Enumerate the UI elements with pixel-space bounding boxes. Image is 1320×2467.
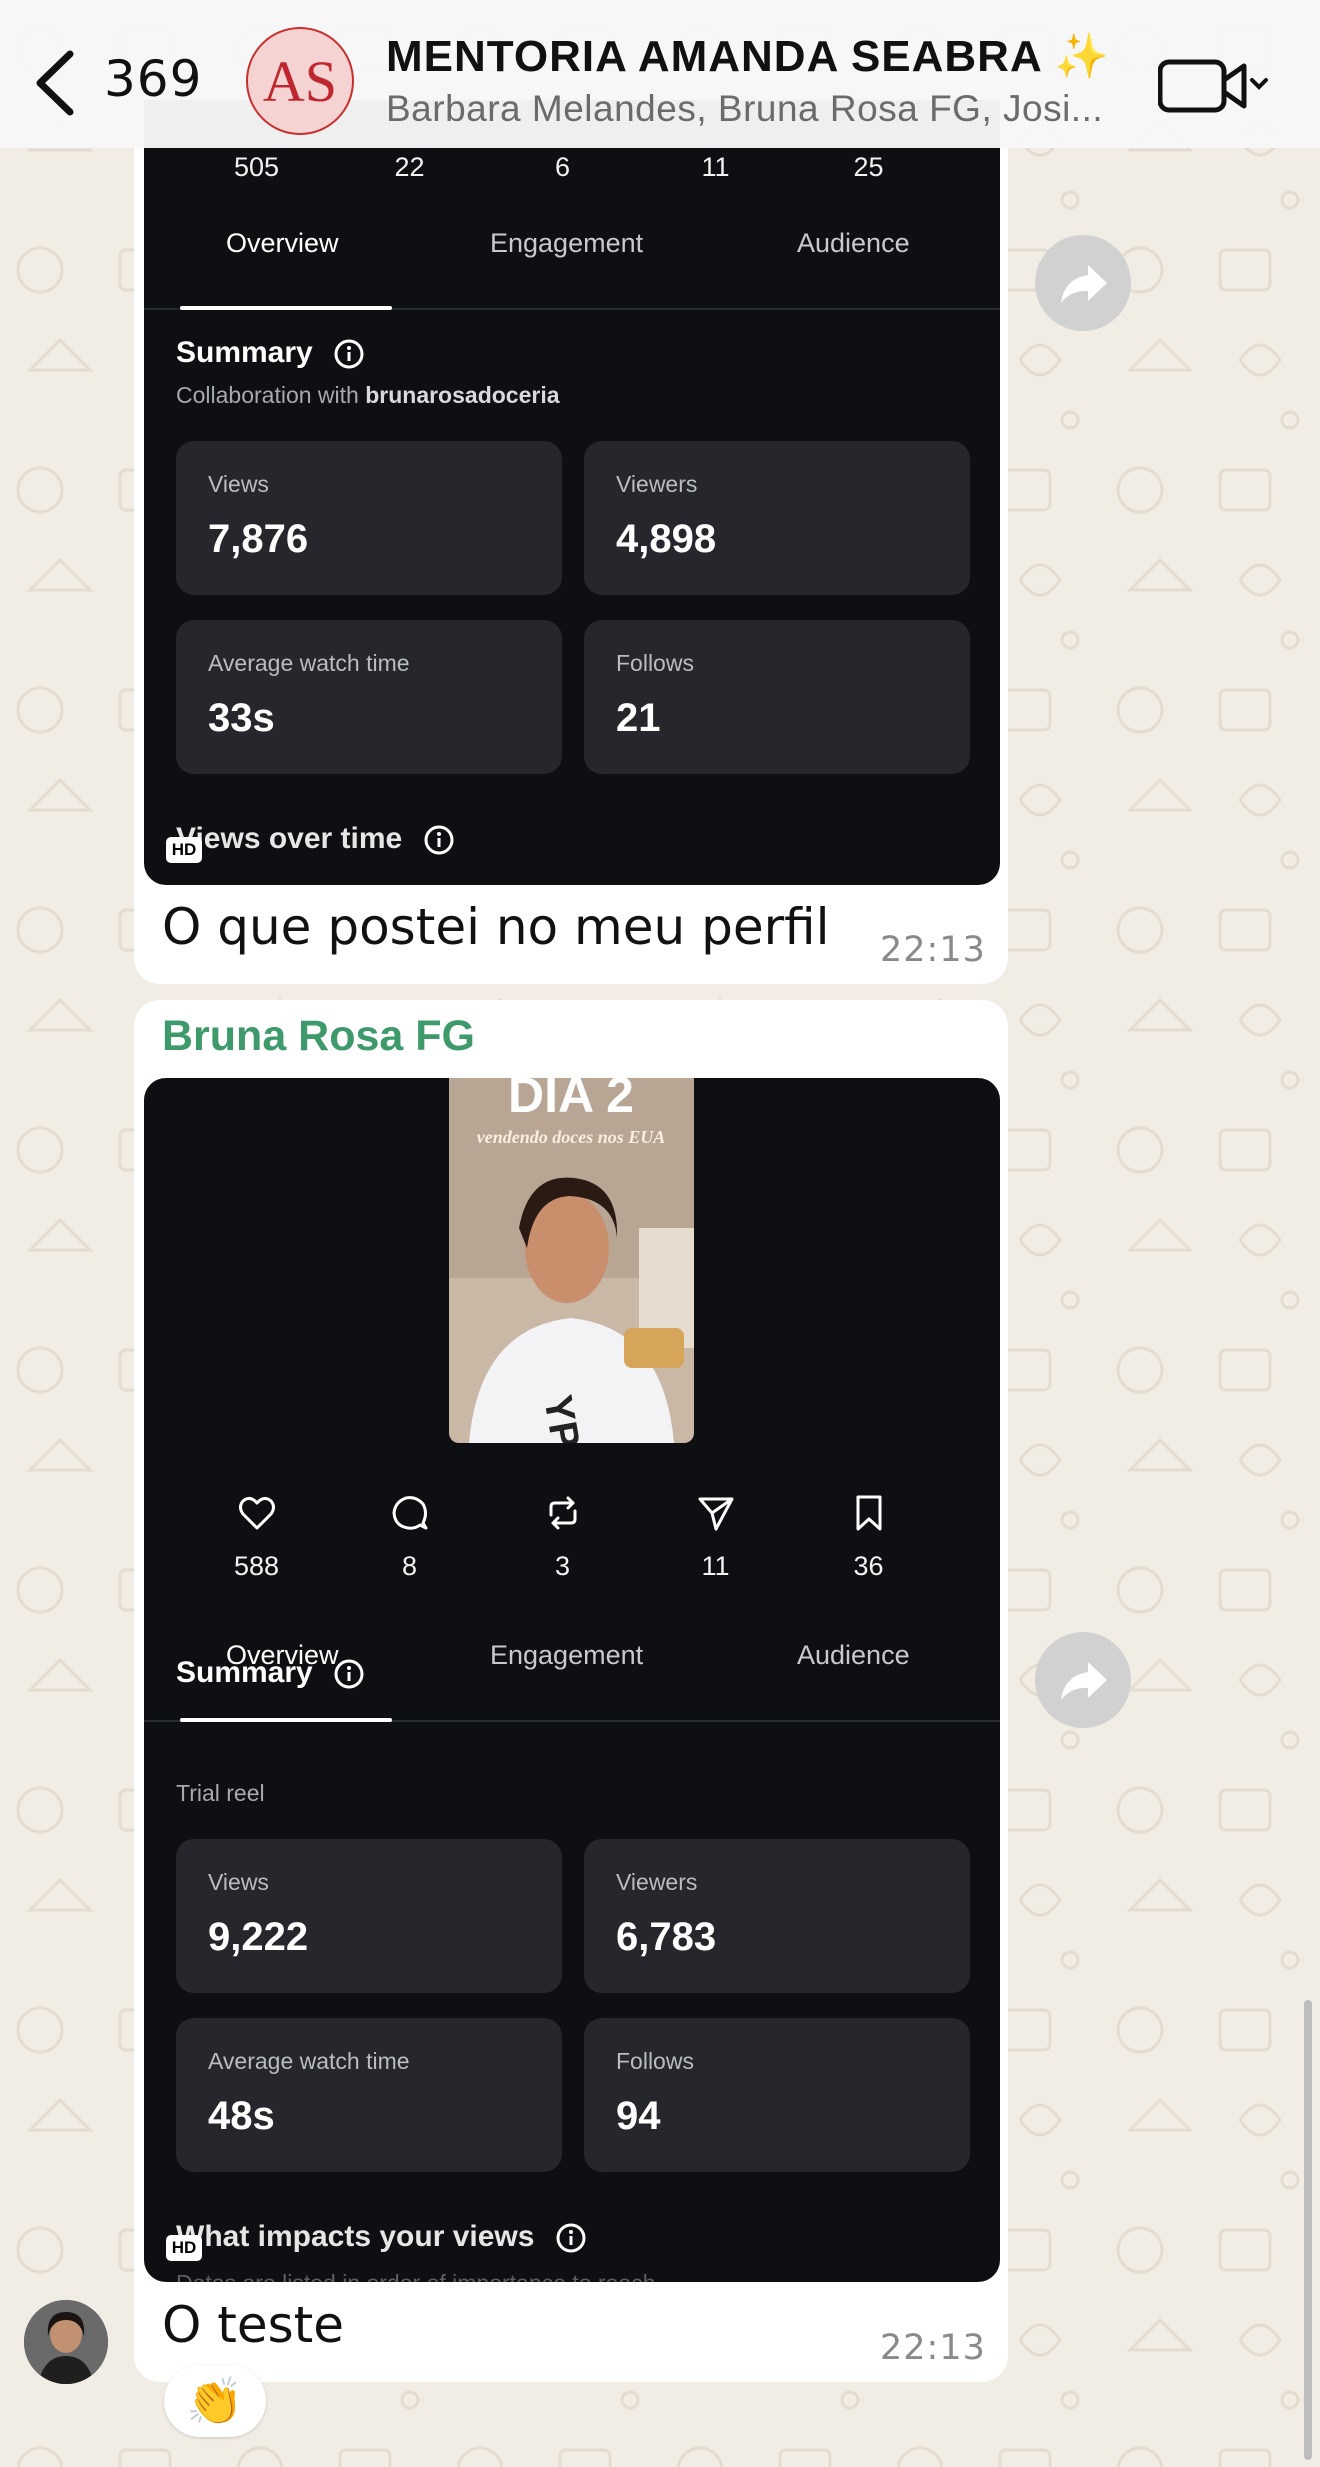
summary-label: Summary [176, 1656, 313, 1689]
chat-header: 369 AS MENTORIA AMANDA SEABRA ✨ Barbara … [0, 0, 1320, 148]
message-time: 22:13 [880, 930, 986, 970]
metric-average-watch-time: Average watch time 48s [176, 2018, 562, 2172]
unread-count[interactable]: 369 [104, 50, 202, 108]
summary-sub-prefix: Collaboration with [176, 382, 366, 408]
metric-label: Views [208, 471, 269, 497]
comments-stat: 8 [333, 1493, 486, 1582]
share-icon [698, 1497, 733, 1531]
tab-engagement[interactable]: Engagement [490, 1640, 643, 1671]
likes-stat: 588 [180, 1493, 333, 1582]
reel-thumbnail[interactable]: DIA 2 vendendo doces nos EUA YPR [449, 1078, 694, 1443]
metric-value: 21 [616, 696, 661, 740]
tabs-bar: Overview Engagement Audience [144, 228, 1000, 310]
video-call-icon[interactable] [1158, 58, 1268, 114]
comment-icon [392, 1496, 427, 1530]
stats-row: 588 8 3 11 36 [144, 1493, 1000, 1582]
shares-stat: 11 [639, 1493, 792, 1582]
group-avatar[interactable]: AS [246, 27, 354, 135]
metric-value: 94 [616, 2094, 661, 2138]
metric-value: 6,783 [616, 1915, 717, 1959]
message-caption: O teste [162, 2296, 345, 2354]
sender-name[interactable]: Bruna Rosa FG [162, 1012, 475, 1061]
svg-text:AS: AS [263, 49, 337, 114]
metric-label: Viewers [616, 1869, 698, 1895]
metric-value: 48s [208, 2094, 275, 2138]
saves-count: 25 [853, 152, 884, 182]
metric-value: 9,222 [208, 1915, 309, 1959]
sender-avatar[interactable] [24, 2300, 108, 2384]
metric-label: Follows [616, 2048, 694, 2074]
section-label: Views over time [176, 822, 403, 855]
shares-count: 11 [701, 1551, 730, 1581]
likes-count: 588 [233, 1551, 280, 1581]
tab-audience[interactable]: Audience [797, 1640, 910, 1671]
metric-follows: Follows 94 [584, 2018, 970, 2172]
views-over-time-title: Views over time [176, 822, 455, 856]
metric-value: 7,876 [208, 517, 309, 561]
tab-engagement[interactable]: Engagement [490, 228, 643, 259]
section-subtitle: Dates are listed in order of importance … [176, 2270, 655, 2282]
what-impacts-views-title: What impacts your views [176, 2220, 587, 2254]
metric-views: Views 7,876 [176, 441, 562, 595]
hd-badge: HD [166, 2235, 202, 2261]
summary-subtitle: Trial reel [176, 1780, 265, 1806]
metric-label: Views [208, 1869, 269, 1895]
metric-average-watch-time: Average watch time 33s [176, 620, 562, 774]
metric-label: Average watch time [208, 650, 410, 676]
scrollbar[interactable] [1304, 2000, 1312, 2460]
insights-screenshot[interactable]: 505 22 6 11 25 Overview Engagement Audie… [144, 100, 1000, 885]
reposts-stat: 3 [486, 1493, 639, 1582]
likes-count: 505 [233, 152, 280, 182]
forward-button[interactable] [1035, 1632, 1131, 1728]
repost-icon [549, 1496, 576, 1530]
summary-title: Summary [176, 1656, 365, 1690]
metric-label: Average watch time [208, 2048, 410, 2074]
info-icon [334, 339, 364, 369]
message-caption: O que postei no meu perfil [162, 898, 830, 956]
metric-viewers: Viewers 6,783 [584, 1839, 970, 1993]
message-time: 22:13 [880, 2328, 986, 2368]
section-label: What impacts your views [176, 2220, 535, 2253]
summary-title: Summary [176, 336, 365, 370]
info-icon [424, 825, 454, 855]
metric-follows: Follows 21 [584, 620, 970, 774]
group-members[interactable]: Barbara Melandes, Bruna Rosa FG, Josi... [386, 88, 1103, 130]
tab-audience[interactable]: Audience [797, 228, 910, 259]
active-tab-indicator [180, 1718, 392, 1722]
forward-icon [1061, 265, 1107, 303]
saves-count: 36 [853, 1551, 884, 1581]
heart-icon [238, 1496, 275, 1530]
shares-count: 11 [701, 152, 730, 182]
back-chevron-icon[interactable] [30, 48, 80, 118]
reposts-count: 3 [554, 1551, 571, 1581]
saves-stat: 36 [792, 1493, 945, 1582]
comments-count: 8 [401, 1551, 418, 1581]
bookmark-icon [856, 1495, 881, 1531]
forward-icon [1061, 1662, 1107, 1700]
metric-value: 4,898 [616, 517, 717, 561]
metric-viewers: Viewers 4,898 [584, 441, 970, 595]
reel-title-text: DIA 2 [508, 1078, 634, 1123]
metric-views: Views 9,222 [176, 1839, 562, 1993]
info-icon [334, 1659, 364, 1689]
metric-label: Follows [616, 650, 694, 676]
reposts-count: 6 [554, 152, 571, 182]
info-icon [556, 2223, 586, 2253]
collaborator-name: brunarosadoceria [365, 382, 560, 408]
reaction-badge[interactable]: 👏 [164, 2365, 266, 2437]
summary-label: Summary [176, 336, 313, 369]
active-tab-indicator [180, 306, 392, 310]
insights-screenshot[interactable]: DIA 2 vendendo doces nos EUA YPR 588 8 3… [144, 1078, 1000, 2282]
metric-label: Viewers [616, 471, 698, 497]
tab-overview[interactable]: Overview [226, 228, 339, 259]
hd-badge: HD [166, 837, 202, 863]
group-title[interactable]: MENTORIA AMANDA SEABRA ✨ [386, 30, 1110, 82]
summary-subtitle: Collaboration with brunarosadoceria [176, 382, 560, 409]
metric-value: 33s [208, 696, 275, 740]
comments-count: 22 [394, 152, 425, 182]
reel-subtitle-text: vendendo doces nos EUA [477, 1127, 666, 1147]
forward-button[interactable] [1035, 235, 1131, 331]
stats-row: 505 22 6 11 25 [144, 152, 1000, 183]
